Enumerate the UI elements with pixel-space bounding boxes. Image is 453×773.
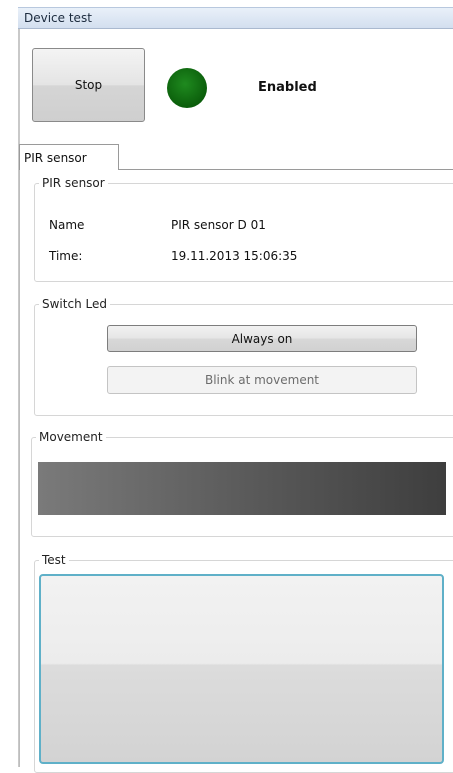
tab-pir-sensor[interactable]: PIR sensor <box>19 144 119 170</box>
name-label: Name <box>49 218 85 232</box>
status-text: Enabled <box>258 80 317 95</box>
tab-label: PIR sensor <box>24 151 87 165</box>
switch-led-group: Switch Led <box>34 297 453 416</box>
test-button-area[interactable] <box>39 574 444 764</box>
time-label: Time: <box>49 249 83 263</box>
window-titlebar: Device test <box>18 7 453 29</box>
movement-indicator <box>38 462 446 515</box>
always-on-button[interactable]: Always on <box>107 325 417 352</box>
blink-at-movement-button[interactable]: Blink at movement <box>107 366 417 394</box>
pir-sensor-group-legend: PIR sensor <box>42 176 105 190</box>
movement-group-legend: Movement <box>39 430 103 444</box>
tab-content-border <box>19 170 20 767</box>
status-indicator-icon <box>167 68 207 108</box>
tab-strip-divider <box>119 169 453 170</box>
name-value: PIR sensor D 01 <box>171 218 266 232</box>
window-title: Device test <box>24 11 92 25</box>
time-value: 19.11.2013 15:06:35 <box>171 249 298 263</box>
stop-button[interactable]: Stop <box>32 48 145 122</box>
test-group-legend: Test <box>42 553 66 567</box>
switch-led-group-legend: Switch Led <box>42 297 107 311</box>
